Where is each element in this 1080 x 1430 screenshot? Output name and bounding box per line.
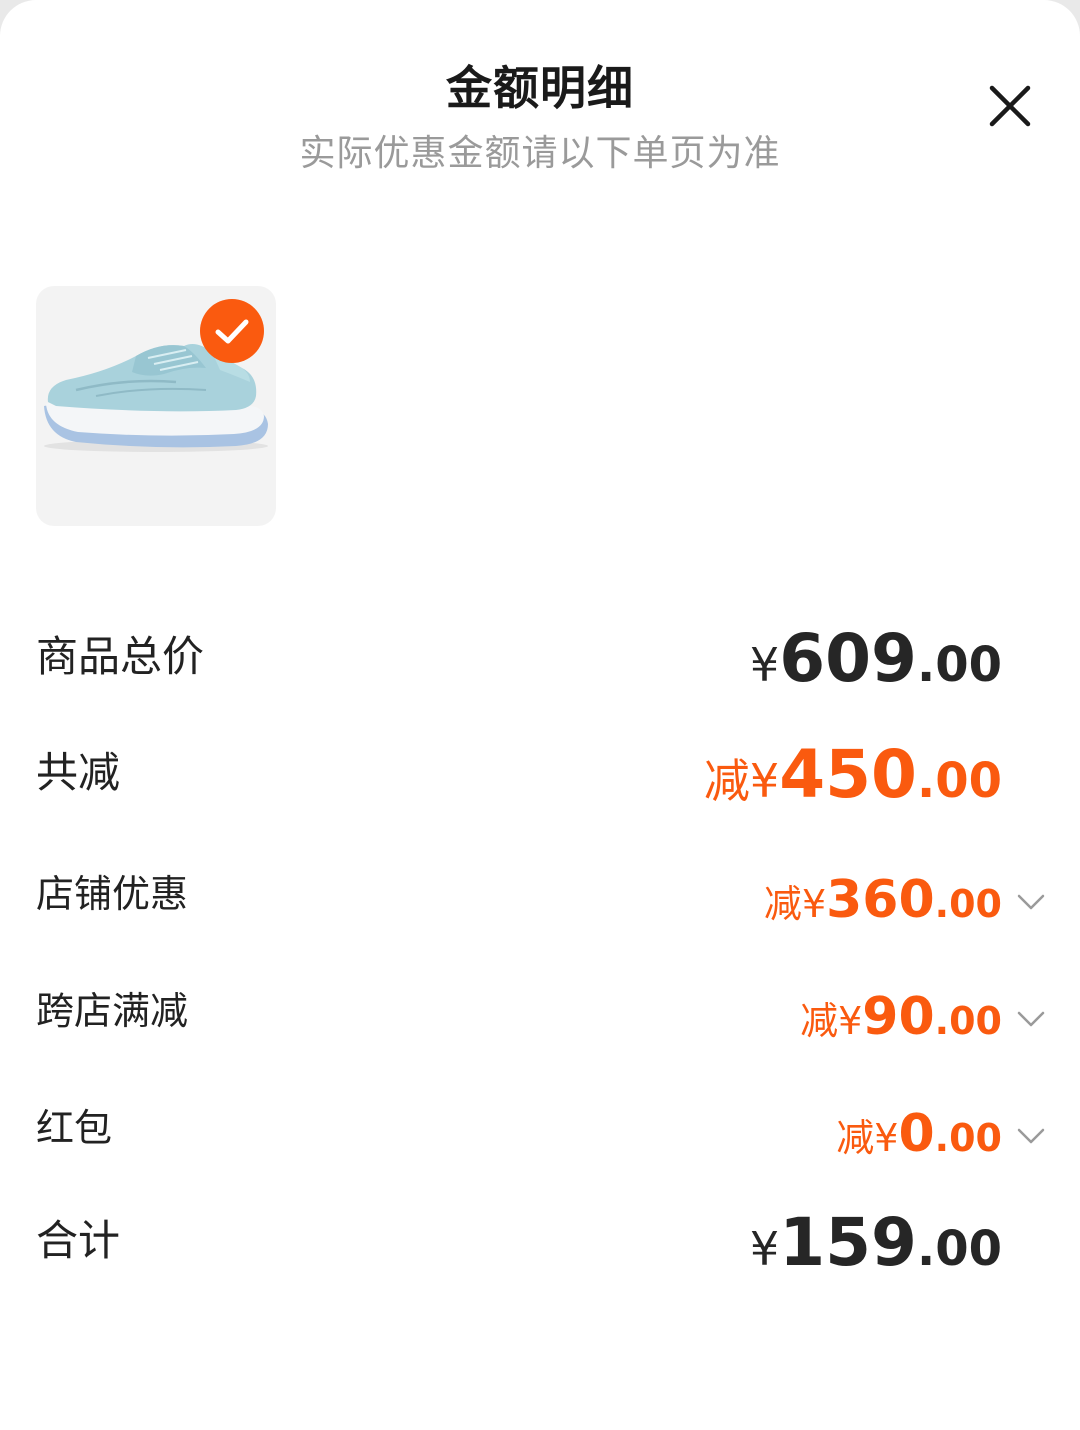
close-button[interactable] <box>976 78 1044 138</box>
row-label: 红包 <box>36 1106 113 1150</box>
row-label: 跨店满减 <box>36 989 189 1033</box>
sheet-title: 金额明细 <box>446 61 634 115</box>
check-icon <box>215 319 249 344</box>
close-icon <box>989 85 1031 127</box>
product-selected-check[interactable] <box>200 299 264 363</box>
chevron-down-icon[interactable] <box>1016 892 1046 912</box>
total-discount-amount: 减¥450.00 <box>703 736 1002 813</box>
row-red-packet[interactable]: 红包 减¥0.00 <box>36 1080 1046 1160</box>
row-label: 商品总价 <box>36 632 205 681</box>
goods-total-amount: ¥609.00 <box>749 620 1002 697</box>
row-shop-discount[interactable]: 店铺优惠 减¥360.00 <box>36 846 1046 926</box>
row-label: 店铺优惠 <box>36 872 189 916</box>
shop-discount-amount: 减¥360.00 <box>763 870 1002 930</box>
chevron-down-icon[interactable] <box>1016 1009 1046 1029</box>
row-cross-shop-discount[interactable]: 跨店满减 减¥90.00 <box>36 963 1046 1043</box>
amount-detail-sheet: 金额明细 实际优惠金额请以下单页为准 商品总价 ¥609.00 共减 减¥450… <box>0 0 1080 1430</box>
row-goods-total: 商品总价 ¥609.00 <box>36 612 1046 692</box>
sheet-subtitle: 实际优惠金额请以下单页为准 <box>299 133 781 174</box>
grand-total-amount: ¥159.00 <box>749 1204 1002 1281</box>
row-label: 合计 <box>36 1216 121 1265</box>
row-label: 共减 <box>36 748 121 797</box>
chevron-down-icon[interactable] <box>1016 1126 1046 1146</box>
row-grand-total: 合计 ¥159.00 <box>36 1196 1046 1276</box>
red-packet-amount: 减¥0.00 <box>836 1104 1002 1164</box>
cross-shop-discount-amount: 减¥90.00 <box>800 987 1002 1047</box>
row-total-discount: 共减 减¥450.00 <box>36 728 1046 808</box>
